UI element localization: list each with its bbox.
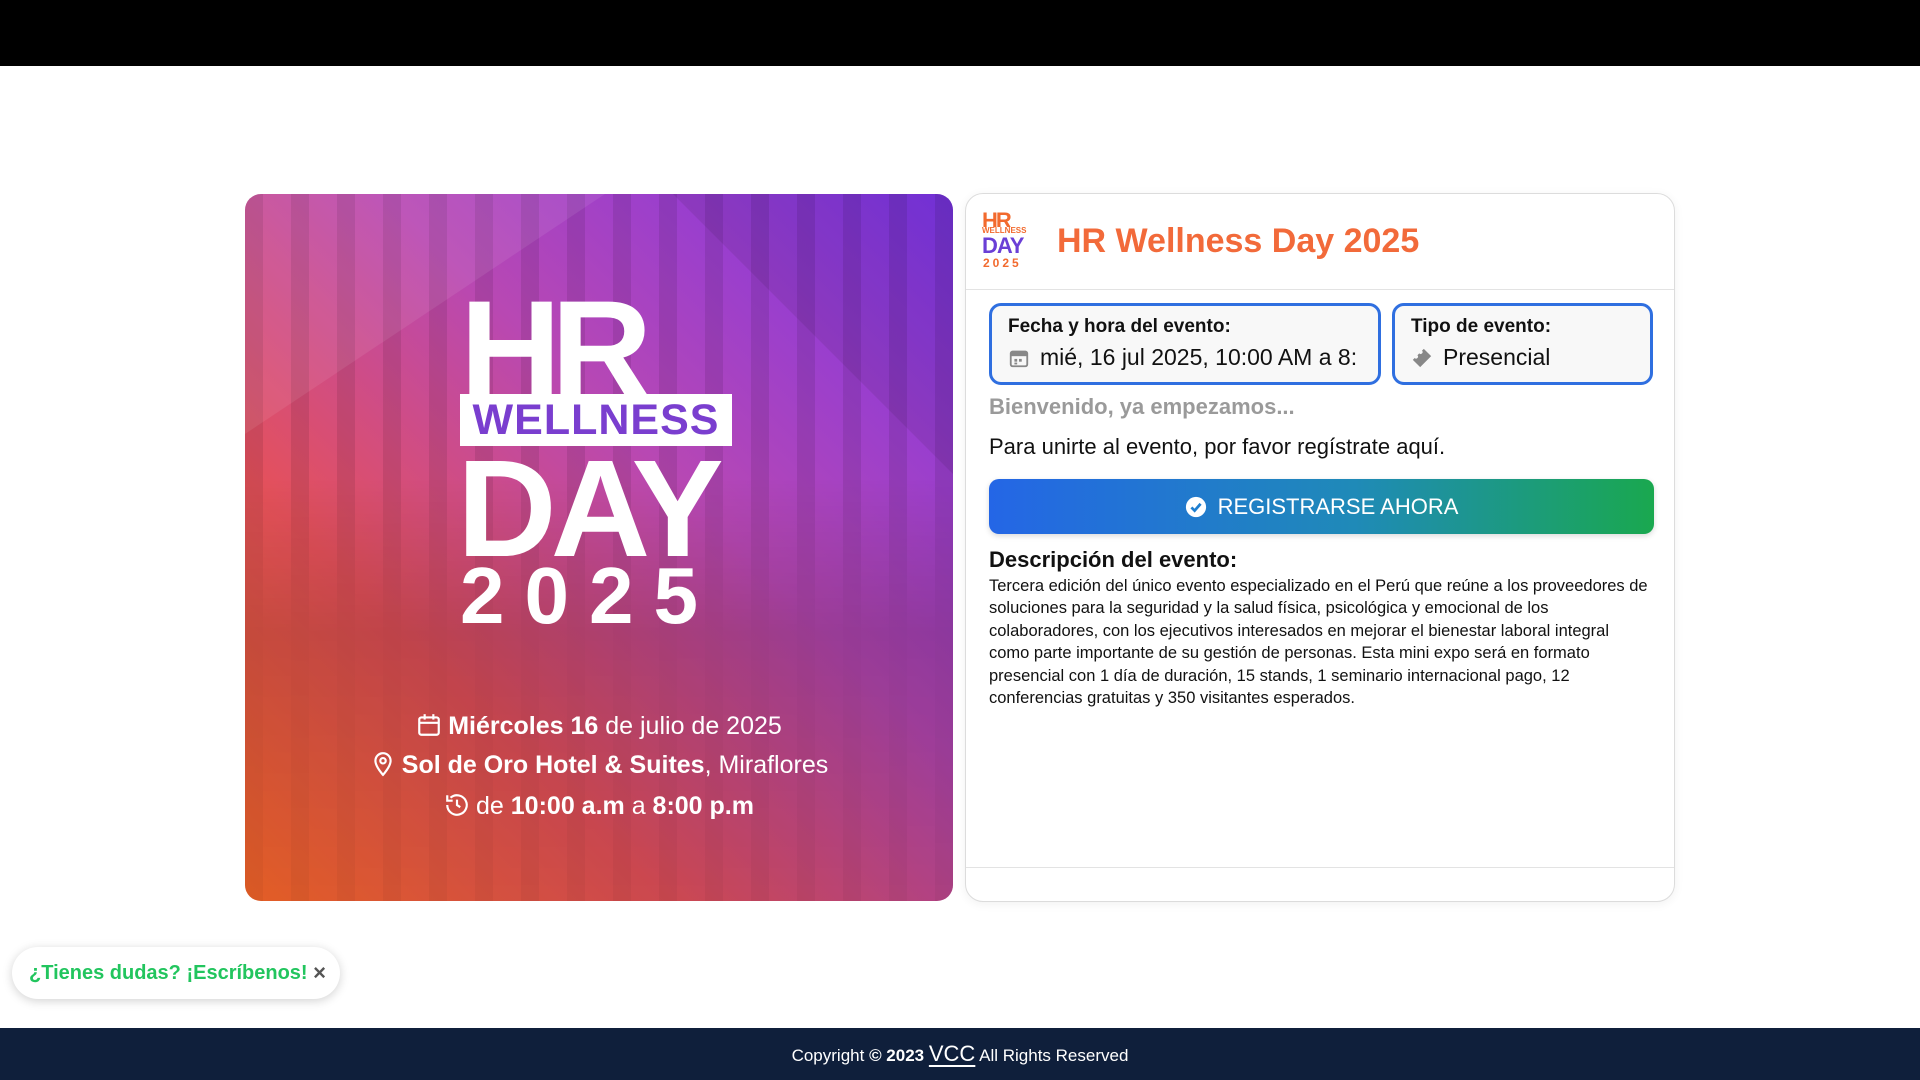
banner-time-mid: a: [624, 792, 653, 820]
banner-location: Sol de Oro Hotel & Suites, Miraflores: [245, 751, 953, 780]
footer-rights: All Rights Reserved: [975, 1046, 1129, 1065]
banner-date: Miércoles 16 de julio de 2025: [245, 712, 953, 741]
description-text: Tercera edición del único evento especia…: [989, 577, 1648, 708]
event-date-field: Fecha y hora del evento: mié, 16 jul 202…: [989, 303, 1381, 385]
clock-history-icon: [446, 794, 468, 816]
top-black-bar: [0, 0, 1920, 66]
description-title: Descripción del evento:: [989, 547, 1238, 572]
ticket-icon: [1412, 348, 1432, 367]
welcome-text: Bienvenido, ya empezamos...: [989, 394, 1295, 419]
card-footer-divider: [966, 867, 1674, 868]
banner-location-rest: , Miraflores: [704, 751, 829, 779]
card-header: HR WELLNESS DAY 2025 HR Wellness Day 202…: [966, 194, 1674, 290]
event-type-field: Tipo de evento: Presencial: [1392, 303, 1653, 385]
footer-copyright: Copyright: [791, 1046, 870, 1065]
event-banner: HR WELLNESS DAY 2025 Miércoles 16 de jul…: [245, 194, 953, 901]
event-small-logo: HR WELLNESS DAY 2025: [982, 210, 1036, 274]
chat-close-icon[interactable]: ×: [313, 960, 326, 986]
location-pin-icon: [374, 752, 392, 777]
calendar-icon: [418, 714, 441, 736]
register-button-label: REGISTRARSE AHORA: [1217, 493, 1459, 519]
event-date-label: Fecha y hora del evento:: [1008, 316, 1231, 337]
event-type-label: Tipo de evento:: [1411, 316, 1552, 337]
site-footer: Copyright © 2023 VCC All Rights Reserved: [0, 1028, 1920, 1080]
banner-date-bold: Miércoles 16: [448, 712, 599, 740]
register-button[interactable]: REGISTRARSE AHORA: [989, 479, 1654, 534]
banner-date-rest: de julio de 2025: [598, 712, 782, 740]
join-instructions: Para unirte al evento, por favor regístr…: [989, 434, 1446, 459]
banner-time-start: 10:00 a.m: [510, 792, 625, 820]
event-date-value-row: mié, 16 jul 2025, 10:00 AM a 8:: [1008, 344, 1362, 371]
event-card: HR WELLNESS DAY 2025 HR Wellness Day 202…: [965, 193, 1675, 902]
event-date-value: mié, 16 jul 2025, 10:00 AM a 8:: [1040, 344, 1358, 370]
event-type-value-row: Presencial: [1411, 344, 1634, 371]
footer-year: © 2023: [869, 1046, 925, 1065]
event-title: HR Wellness Day 2025: [1057, 222, 1420, 260]
check-circle-icon: [1185, 496, 1206, 517]
banner-time: de 10:00 a.m a 8:00 p.m: [245, 792, 953, 821]
small-logo-year: 2025: [983, 256, 1022, 270]
banner-location-bold: Sol de Oro Hotel & Suites: [401, 751, 705, 779]
footer-brand-link[interactable]: VCC: [929, 1041, 975, 1066]
calendar-icon: [1009, 350, 1029, 367]
chat-widget[interactable]: ¿Tienes dudas? ¡Escríbenos! ×: [12, 947, 340, 999]
banner-time-pre: de: [476, 792, 511, 820]
logo-year-text: 2025: [460, 551, 718, 640]
chat-widget-text[interactable]: ¿Tienes dudas? ¡Escríbenos!: [29, 962, 308, 985]
small-logo-day: DAY: [982, 233, 1024, 258]
banner-time-end: 8:00 p.m: [652, 792, 754, 820]
event-type-value: Presencial: [1443, 344, 1551, 370]
